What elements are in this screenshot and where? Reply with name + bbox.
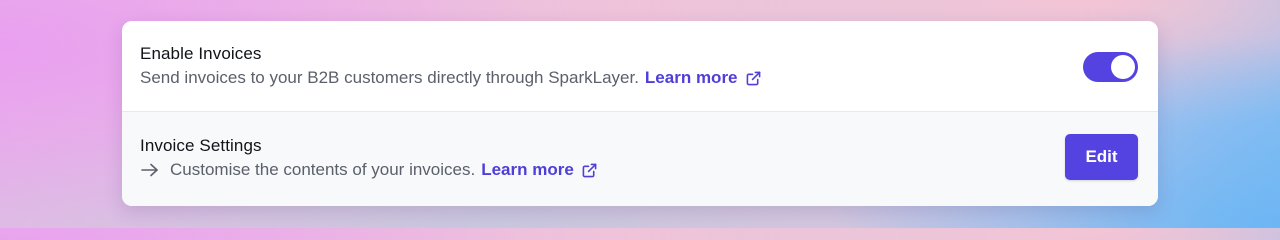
invoice-settings-description: Customise the contents of your invoices. — [170, 160, 476, 179]
learn-more-label: Learn more — [481, 160, 574, 179]
invoice-settings-card: Enable Invoices Send invoices to your B2… — [122, 21, 1158, 206]
invoice-settings-description-line: Customise the contents of your invoices.… — [140, 160, 597, 180]
external-link-icon — [582, 163, 597, 177]
edit-invoice-settings-button[interactable]: Edit — [1065, 134, 1138, 180]
external-link-icon — [746, 71, 760, 85]
enable-invoices-row: Enable Invoices Send invoices to your B2… — [122, 21, 1158, 112]
enable-invoices-learn-more-link[interactable]: Learn more — [645, 68, 761, 88]
invoice-settings-learn-more-link[interactable]: Learn more — [481, 160, 597, 180]
invoice-settings-row: Invoice Settings Customise the contents … — [122, 112, 1158, 206]
toggle-knob — [1111, 55, 1135, 79]
enable-invoices-description-line: Send invoices to your B2B customers dire… — [140, 68, 761, 88]
enable-invoices-title: Enable Invoices — [140, 44, 262, 63]
invoice-settings-title: Invoice Settings — [140, 136, 262, 155]
enable-invoices-toggle[interactable] — [1083, 52, 1138, 82]
enable-invoices-description: Send invoices to your B2B customers dire… — [140, 68, 639, 87]
learn-more-label: Learn more — [644, 68, 738, 87]
arrow-right-icon — [141, 163, 158, 177]
